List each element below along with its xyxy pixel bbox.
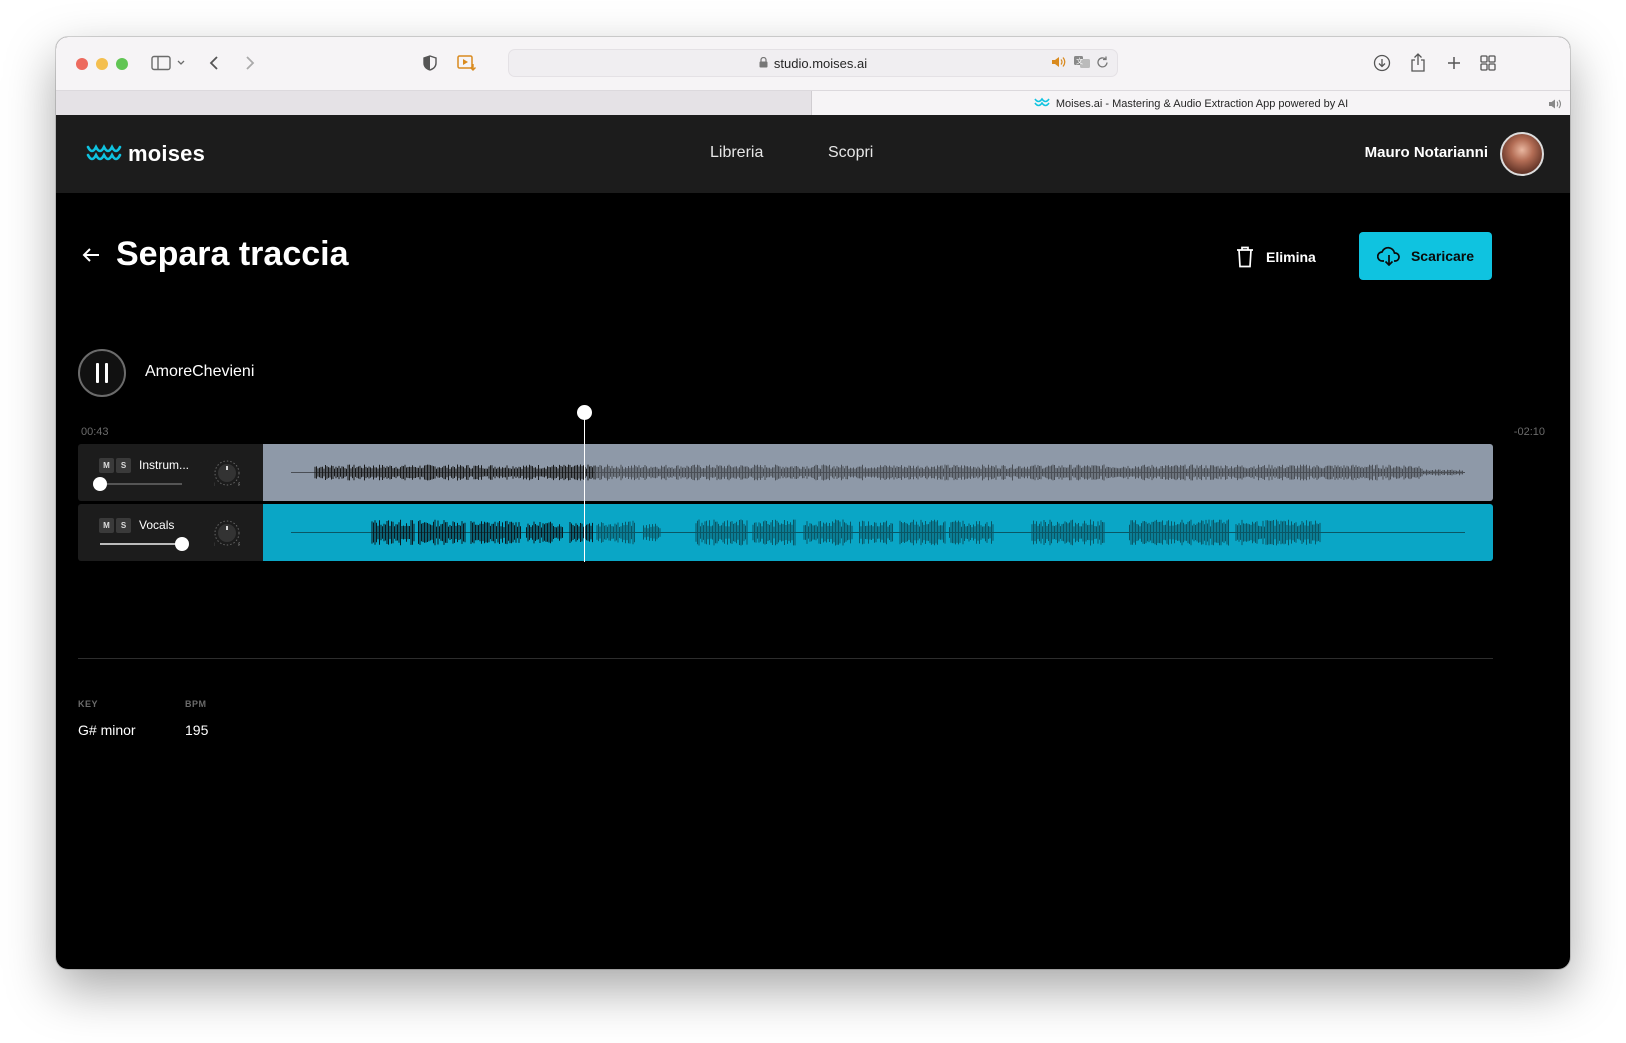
address-bar[interactable]: studio.moises.ai 文 [508,49,1118,77]
moises-logo-icon [86,144,122,161]
instrumental-waveform[interactable] [263,444,1493,501]
volume-handle[interactable] [175,537,189,551]
pan-knob[interactable]: L R [214,520,240,546]
url-text: studio.moises.ai [773,55,868,71]
delete-button[interactable]: Elimina [1236,243,1316,271]
mute-button[interactable]: M [99,518,114,533]
back-arrow-icon[interactable] [82,247,100,268]
audio-playing-icon[interactable] [1051,55,1067,72]
tab-audio-icon[interactable] [1548,97,1562,115]
nav-link-libreria[interactable]: Libreria [710,144,763,162]
translate-icon[interactable]: 文 [1073,55,1091,72]
bpm-value: 195 [185,722,209,738]
track-name: Vocals [139,518,175,532]
pan-left-label: L [214,482,217,486]
cloud-download-icon [1376,246,1400,266]
new-tab-icon[interactable] [1442,50,1466,76]
key-label: KEY [78,699,99,709]
track-name: Instrum... [139,458,190,472]
moises-logo[interactable]: moises [86,141,205,167]
downloads-icon[interactable] [1370,50,1394,76]
tab-title: Moises.ai - Mastering & Audio Extraction… [1055,97,1349,110]
song-name: AmoreChevieni [145,363,255,380]
reload-icon[interactable] [1097,55,1109,72]
track-controls: M S Vocals L R [78,504,263,561]
pause-button[interactable] [78,349,126,397]
solo-button[interactable]: S [116,518,131,533]
pan-right-label: R [238,482,240,486]
vocals-waveform[interactable] [263,504,1493,561]
media-extension-icon[interactable] [456,50,478,76]
back-nav-icon[interactable] [204,50,224,76]
mute-button[interactable]: M [99,458,114,473]
pan-right-label: R [238,542,240,546]
track-row-instrumental: M S Instrum... L R [78,444,1493,501]
logo-text: moises [128,141,206,166]
share-icon[interactable] [1406,50,1430,76]
pan-left-label: L [214,542,217,546]
user-name[interactable]: Mauro Notarianni [1365,144,1488,161]
download-button[interactable]: Scaricare [1359,232,1492,280]
nav-link-scopri[interactable]: Scopri [828,144,873,162]
app-header: moises Libreria Scopri Mauro Notarianni [56,115,1570,193]
zoom-window-button[interactable] [116,58,128,70]
minimize-window-button[interactable] [96,58,108,70]
volume-slider[interactable] [93,477,182,491]
tab-overview-icon[interactable] [1476,50,1500,76]
track-controls: M S Instrum... L R [78,444,263,501]
playhead-line[interactable] [584,415,585,562]
solo-button[interactable]: S [116,458,131,473]
pause-icon [96,363,99,383]
bpm-label: BPM [185,699,207,709]
download-label: Scaricare [1410,248,1475,264]
page-title: Separa traccia [116,235,349,273]
playhead-handle[interactable] [577,405,592,420]
moises-favicon-icon [1034,97,1050,110]
lock-icon [759,56,768,71]
key-value: G# minor [78,722,136,738]
time-elapsed: 00:43 [81,426,109,438]
avatar[interactable] [1500,132,1544,176]
pause-icon-bar [105,363,108,383]
tab-active[interactable]: Moises.ai - Mastering & Audio Extraction… [812,91,1570,116]
pan-knob[interactable]: L R [214,460,240,486]
volume-handle[interactable] [93,477,107,491]
delete-label: Elimina [1266,249,1316,265]
track-row-vocals: M S Vocals L R [78,504,1493,561]
time-remaining: -02:10 [1513,426,1545,438]
close-window-button[interactable] [76,58,88,70]
volume-fill [100,543,182,545]
tab-bar: Moises.ai - Mastering & Audio Extraction… [56,90,1570,116]
forward-nav-icon[interactable] [240,50,260,76]
section-divider [78,658,1493,659]
svg-text:文: 文 [1076,57,1083,66]
privacy-shield-icon[interactable] [420,50,440,76]
sidebar-toggle-icon[interactable] [148,50,188,76]
trash-icon [1237,246,1253,268]
tab-inactive[interactable] [56,91,812,116]
volume-slider[interactable] [100,537,189,551]
browser-window: studio.moises.ai 文 Moises.ai - Mastering… [56,37,1570,969]
browser-toolbar: studio.moises.ai 文 [56,37,1570,90]
